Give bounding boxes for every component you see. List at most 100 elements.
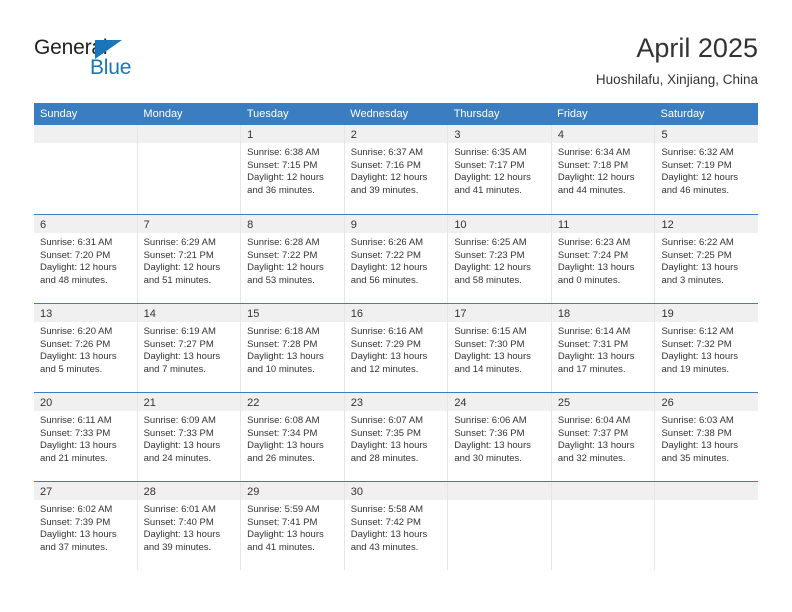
day-number-strip: 28 <box>137 482 241 500</box>
daylight-text-line1: Daylight: 13 hours <box>557 440 635 452</box>
daylight-text-line1: Daylight: 12 hours <box>247 262 324 274</box>
day-number-strip: 17 <box>448 304 551 322</box>
day-number: 30 <box>350 486 363 498</box>
daylight-text-line2: and 36 minutes. <box>247 184 315 196</box>
daylight-text-line2: and 39 minutes. <box>143 541 212 553</box>
calendar-day-cell[interactable]: 8 Sunrise: 6:28 AM Sunset: 7:22 PM Daylight… <box>241 215 345 303</box>
calendar-day-cell-empty <box>448 482 552 570</box>
calendar-day-cell[interactable]: 18 Sunrise: 6:14 AM Sunset: 7:31 PM Dayligh… <box>551 304 656 392</box>
calendar-day-cell[interactable]: 21 Sunrise: 6:09 AM Sunset: 7:33 PM Dayligh… <box>137 393 242 481</box>
day-details: Sunrise: 6:12 AM Sunset: 7:32 PM Daylight:… <box>655 322 758 376</box>
day-details: Sunrise: 6:14 AM Sunset: 7:31 PM Daylight:… <box>552 322 655 376</box>
day-number: 27 <box>40 486 53 498</box>
day-number: 21 <box>143 397 156 409</box>
calendar-day-cell[interactable]: 1 Sunrise: 6:38 AM Sunset: 7:15 PM Daylight… <box>241 125 345 214</box>
calendar-day-cell[interactable]: 9 Sunrise: 6:26 AM Sunset: 7:22 PM Daylight… <box>344 215 449 303</box>
day-details: Sunrise: 6:04 AM Sunset: 7:37 PM Daylight:… <box>552 411 655 465</box>
day-number-strip: 15 <box>241 304 344 322</box>
calendar-day-cell[interactable]: 2 Sunrise: 6:37 AM Sunset: 7:16 PM Daylight… <box>344 125 449 214</box>
daylight-text-line2: and 32 minutes. <box>557 452 626 464</box>
calendar-week-row: 6 Sunrise: 6:31 AM Sunset: 7:20 PM Daylight… <box>34 214 759 303</box>
daylight-text-line1: Daylight: 13 hours <box>661 262 739 274</box>
day-number-strip: 24 <box>448 393 551 411</box>
weekday-header-friday: Friday <box>557 108 588 120</box>
daylight-text-line1: Daylight: 13 hours <box>350 529 428 541</box>
daylight-text-line2: and 48 minutes. <box>40 274 108 286</box>
sunset-text: Sunset: 7:26 PM <box>40 338 111 350</box>
day-number: 25 <box>557 397 571 409</box>
calendar-day-cell[interactable]: 26 Sunrise: 6:03 AM Sunset: 7:38 PM Dayligh… <box>655 393 759 481</box>
calendar-day-cell[interactable]: 15 Sunrise: 6:18 AM Sunset: 7:28 PM Dayligh… <box>241 304 345 392</box>
daylight-text-line1: Daylight: 13 hours <box>661 351 739 363</box>
calendar-day-cell[interactable]: 6 Sunrise: 6:31 AM Sunset: 7:20 PM Daylight… <box>34 215 138 303</box>
day-details: Sunrise: 6:25 AM Sunset: 7:23 PM Daylight:… <box>448 233 551 287</box>
day-number-strip: 1 <box>241 125 344 143</box>
general-blue-logo[interactable]: General Blue <box>34 36 174 82</box>
day-details: Sunrise: 6:26 AM Sunset: 7:22 PM Daylight:… <box>345 233 448 287</box>
calendar-day-cell[interactable]: 27 Sunrise: 6:02 AM Sunset: 7:39 PM Dayligh… <box>34 482 138 570</box>
calendar-day-cell[interactable]: 11 Sunrise: 6:23 AM Sunset: 7:24 PM Dayligh… <box>551 215 656 303</box>
calendar-day-cell-empty <box>137 125 242 214</box>
sunset-text: Sunset: 7:40 PM <box>143 516 214 528</box>
calendar-day-cell[interactable]: 29 Sunrise: 5:59 AM Sunset: 7:41 PM Dayligh… <box>241 482 345 570</box>
calendar-day-cell[interactable]: 12 Sunrise: 6:22 AM Sunset: 7:25 PM Dayligh… <box>655 215 759 303</box>
day-details: Sunrise: 6:09 AM Sunset: 7:33 PM Daylight:… <box>138 411 241 465</box>
calendar-day-cell[interactable]: 28 Sunrise: 6:01 AM Sunset: 7:40 PM Dayligh… <box>137 482 242 570</box>
day-number: 23 <box>350 397 363 409</box>
daylight-text-line2: and 37 minutes. <box>40 541 108 553</box>
day-number-strip: 5 <box>655 125 759 143</box>
daylight-text-line1: Daylight: 13 hours <box>247 351 324 363</box>
page-subtitle: Huoshilafu, Xinjiang, China <box>595 72 758 87</box>
day-number: 9 <box>350 219 357 231</box>
calendar-day-cell-empty <box>655 482 759 570</box>
day-number-strip <box>137 125 241 143</box>
calendar-day-cell[interactable]: 4 Sunrise: 6:34 AM Sunset: 7:18 PM Daylight… <box>551 125 656 214</box>
day-number-strip: 16 <box>344 304 448 322</box>
calendar-day-cell[interactable]: 20 Sunrise: 6:11 AM Sunset: 7:33 PM Dayligh… <box>34 393 138 481</box>
day-details: Sunrise: 6:02 AM Sunset: 7:39 PM Daylight:… <box>34 500 137 554</box>
calendar-day-cell[interactable]: 23 Sunrise: 6:07 AM Sunset: 7:35 PM Dayligh… <box>344 393 449 481</box>
sunrise-text: Sunrise: 6:19 AM <box>143 326 216 337</box>
page-header: General Blue April 2025 Huoshilafu, Xinj… <box>0 0 792 100</box>
calendar-day-cell[interactable]: 14 Sunrise: 6:19 AM Sunset: 7:27 PM Dayligh… <box>137 304 242 392</box>
calendar-day-cell[interactable]: 25 Sunrise: 6:04 AM Sunset: 7:37 PM Dayligh… <box>551 393 656 481</box>
calendar-day-cell[interactable]: 16 Sunrise: 6:16 AM Sunset: 7:29 PM Dayligh… <box>344 304 449 392</box>
sunrise-text: Sunrise: 6:02 AM <box>40 504 113 515</box>
day-number-strip <box>448 482 551 500</box>
daylight-text-line1: Daylight: 12 hours <box>143 262 221 274</box>
daylight-text-line2: and 12 minutes. <box>350 363 419 375</box>
day-number: 18 <box>557 308 571 320</box>
sunset-text: Sunset: 7:20 PM <box>40 249 111 261</box>
day-number-strip <box>655 482 759 500</box>
sunrise-text: Sunrise: 6:37 AM <box>350 147 424 158</box>
sunset-text: Sunset: 7:27 PM <box>143 338 214 350</box>
calendar-day-cell[interactable]: 10 Sunrise: 6:25 AM Sunset: 7:23 PM Dayligh… <box>448 215 552 303</box>
calendar-weeks: 1 Sunrise: 6:38 AM Sunset: 7:15 PM Daylight… <box>34 125 759 570</box>
day-number: 14 <box>143 308 156 320</box>
sunrise-text: Sunrise: 6:04 AM <box>557 415 631 426</box>
day-number-strip: 29 <box>241 482 344 500</box>
day-number-strip: 19 <box>655 304 759 322</box>
calendar-day-cell[interactable]: 19 Sunrise: 6:12 AM Sunset: 7:32 PM Dayligh… <box>655 304 759 392</box>
calendar-day-cell[interactable]: 5 Sunrise: 6:32 AM Sunset: 7:19 PM Daylight… <box>655 125 759 214</box>
day-number: 2 <box>350 129 357 141</box>
calendar-day-cell[interactable]: 7 Sunrise: 6:29 AM Sunset: 7:21 PM Daylight… <box>137 215 242 303</box>
daylight-text-line1: Daylight: 12 hours <box>40 262 117 274</box>
sunrise-text: Sunrise: 6:08 AM <box>247 415 320 426</box>
day-number: 6 <box>40 219 47 231</box>
calendar-day-cell[interactable]: 13 Sunrise: 6:20 AM Sunset: 7:26 PM Dayligh… <box>34 304 138 392</box>
sunrise-text: Sunrise: 6:03 AM <box>661 415 734 426</box>
day-number-strip: 9 <box>344 215 448 233</box>
day-details: Sunrise: 6:19 AM Sunset: 7:27 PM Daylight:… <box>138 322 241 376</box>
sunrise-text: Sunrise: 6:23 AM <box>557 237 631 248</box>
calendar-day-cell[interactable]: 30 Sunrise: 5:58 AM Sunset: 7:42 PM Dayligh… <box>344 482 449 570</box>
calendar-day-cell[interactable]: 24 Sunrise: 6:06 AM Sunset: 7:36 PM Dayligh… <box>448 393 552 481</box>
calendar-day-cell[interactable]: 3 Sunrise: 6:35 AM Sunset: 7:17 PM Daylight… <box>448 125 552 214</box>
sunset-text: Sunset: 7:35 PM <box>350 427 421 439</box>
daylight-text-line1: Daylight: 13 hours <box>143 529 221 541</box>
day-number: 26 <box>661 397 674 409</box>
day-number-strip: 12 <box>655 215 759 233</box>
calendar-day-cell[interactable]: 17 Sunrise: 6:15 AM Sunset: 7:30 PM Dayligh… <box>448 304 552 392</box>
sunset-text: Sunset: 7:28 PM <box>247 338 318 350</box>
calendar-day-cell[interactable]: 22 Sunrise: 6:08 AM Sunset: 7:34 PM Dayligh… <box>241 393 345 481</box>
